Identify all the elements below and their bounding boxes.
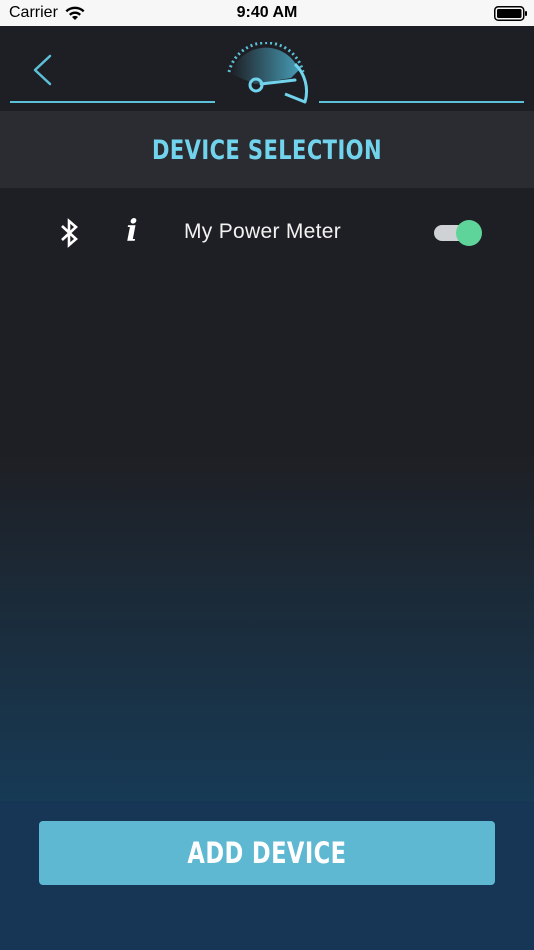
toggle-knob <box>456 220 482 246</box>
battery-full-icon <box>494 6 527 21</box>
device-name: My Power Meter <box>184 220 342 243</box>
device-enabled-toggle[interactable] <box>434 220 484 246</box>
bluetooth-icon <box>61 218 78 248</box>
header-divider-left <box>10 101 215 103</box>
add-device-label: ADD DEVICE <box>187 836 347 870</box>
header-divider-right <box>319 101 524 103</box>
header <box>0 26 534 111</box>
chevron-left-icon <box>33 54 52 86</box>
main-content: DEVICE SELECTION i My Power Meter <box>0 26 534 801</box>
add-device-button[interactable]: ADD DEVICE <box>39 821 495 885</box>
clock: 9:40 AM <box>236 4 298 21</box>
page-title: DEVICE SELECTION <box>152 135 382 166</box>
status-bar: Carrier 9:40 AM <box>0 0 534 26</box>
info-icon[interactable]: i <box>120 213 144 251</box>
back-button[interactable] <box>24 48 60 92</box>
speedometer-gauge-icon <box>227 42 309 104</box>
footer: ADD DEVICE <box>0 801 534 950</box>
title-bar: DEVICE SELECTION <box>0 111 534 188</box>
device-row: i My Power Meter <box>0 204 534 262</box>
